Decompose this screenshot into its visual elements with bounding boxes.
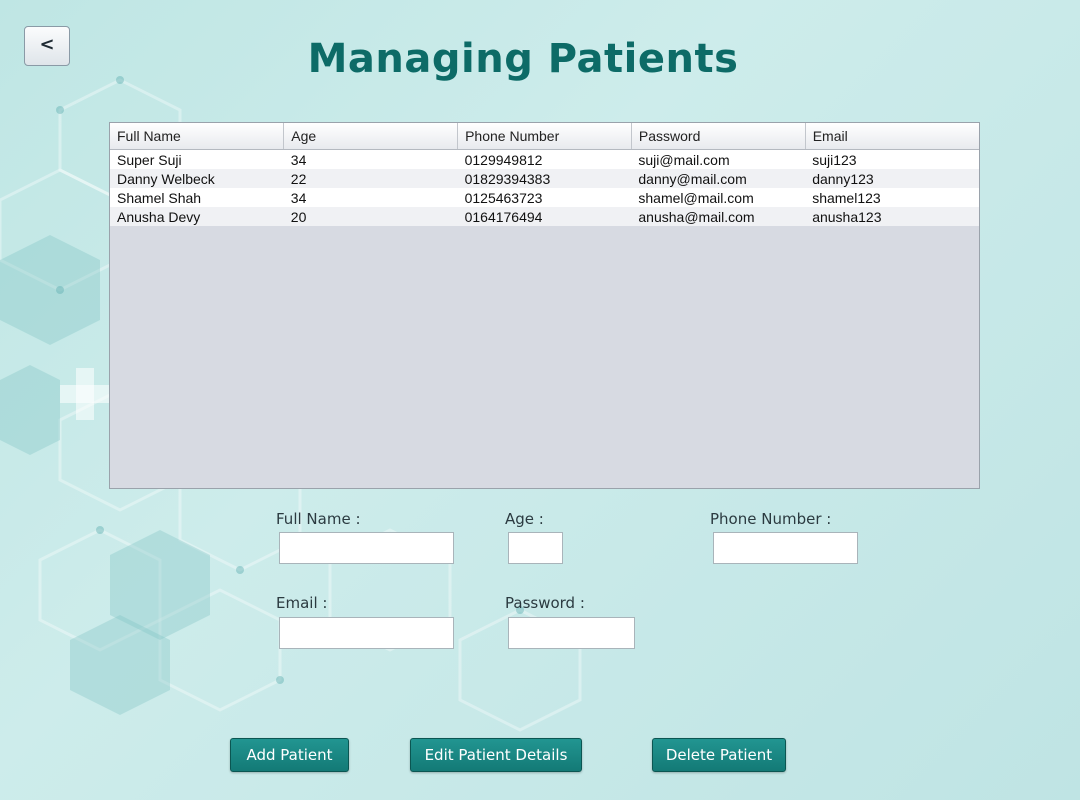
email-input[interactable] [279, 617, 454, 649]
add-patient-button[interactable]: Add Patient [230, 738, 349, 772]
full-name-input[interactable] [279, 532, 454, 564]
page-title: Managing Patients [307, 36, 739, 82]
column-header-phone-number[interactable]: Phone Number [457, 123, 632, 150]
table-cell: anusha@mail.com [631, 207, 806, 226]
table-cell: 01829394383 [457, 169, 632, 188]
edit-patient-details-button[interactable]: Edit Patient Details [410, 738, 582, 772]
column-header-full-name[interactable]: Full Name [110, 123, 285, 150]
table-cell: danny@mail.com [631, 169, 806, 188]
table-row[interactable]: Shamel Shah 34 0125463723 shamel@mail.co… [110, 188, 979, 207]
patients-table[interactable]: Full Name Age Phone Number Password Emai… [109, 122, 980, 489]
table-cell: 0129949812 [457, 149, 632, 169]
table-cell: 34 [283, 149, 458, 169]
table-cell: suji123 [805, 149, 979, 169]
column-header-password[interactable]: Password [631, 123, 806, 150]
password-input[interactable] [508, 617, 635, 649]
phone-number-label: Phone Number : [710, 510, 832, 528]
table-row[interactable]: Anusha Devy 20 0164176494 anusha@mail.co… [110, 207, 979, 226]
table-cell: 0164176494 [457, 207, 632, 226]
table-cell: suji@mail.com [631, 149, 806, 169]
table-cell: shamel@mail.com [631, 188, 806, 207]
full-name-label: Full Name : [276, 510, 361, 528]
table-cell: 34 [283, 188, 458, 207]
table-cell: danny123 [805, 169, 979, 188]
table-row[interactable]: Super Suji 34 0129949812 suji@mail.com s… [110, 149, 979, 169]
table-row[interactable]: Danny Welbeck 22 01829394383 danny@mail.… [110, 169, 979, 188]
table-cell: shamel123 [805, 188, 979, 207]
table-cell: 0125463723 [457, 188, 632, 207]
table-cell: anusha123 [805, 207, 979, 226]
table-header: Full Name Age Phone Number Password Emai… [110, 123, 979, 150]
column-header-email[interactable]: Email [805, 123, 979, 150]
age-input[interactable] [508, 532, 563, 564]
table-cell: Danny Welbeck [110, 169, 284, 188]
table-cell: Shamel Shah [110, 188, 284, 207]
phone-number-input[interactable] [713, 532, 858, 564]
table-cell: Super Suji [110, 149, 284, 169]
table-cell: 22 [283, 169, 458, 188]
column-header-age[interactable]: Age [283, 123, 459, 150]
table-cell: Anusha Devy [110, 207, 284, 226]
table-cell: 20 [283, 207, 458, 226]
delete-patient-button[interactable]: Delete Patient [652, 738, 786, 772]
password-label: Password : [505, 594, 585, 612]
email-label: Email : [276, 594, 328, 612]
age-label: Age : [505, 510, 544, 528]
